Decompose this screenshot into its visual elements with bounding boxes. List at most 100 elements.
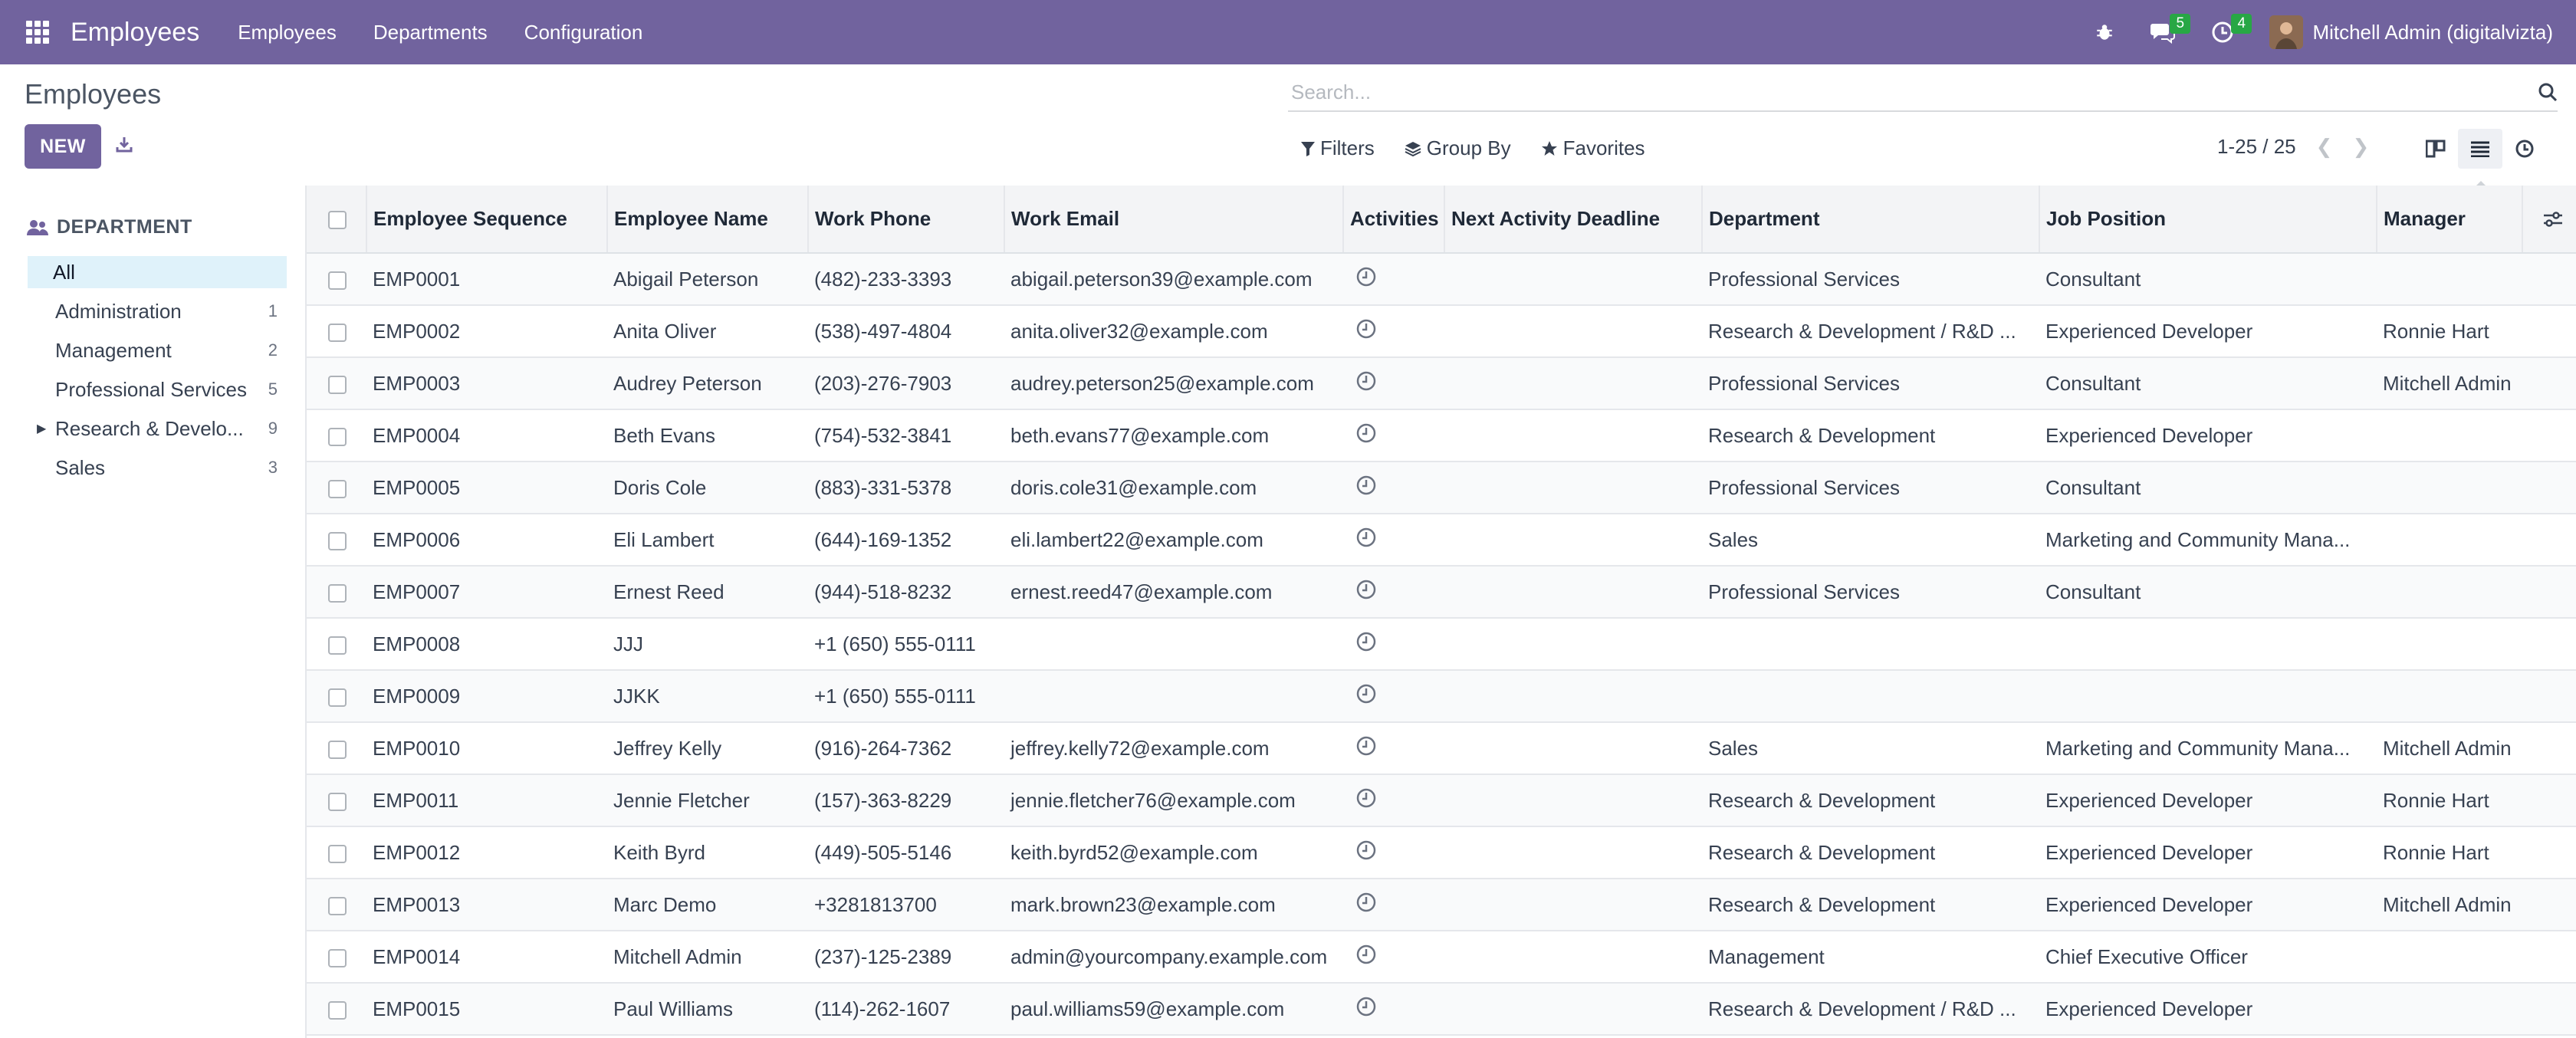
row-checkbox[interactable] [328, 583, 347, 603]
column-header-sequence[interactable]: Employee Sequence [366, 186, 608, 254]
expand-caret-icon[interactable]: ▶ [37, 421, 46, 436]
row-checkbox[interactable] [328, 792, 347, 811]
row-checkbox[interactable] [328, 375, 347, 394]
column-header-name[interactable]: Employee Name [607, 186, 809, 254]
department-item-management[interactable]: Management 2 [28, 334, 287, 366]
download-icon[interactable] [115, 135, 133, 157]
activity-clock-icon[interactable] [1355, 683, 1377, 710]
row-checkbox[interactable] [328, 740, 347, 759]
groupby-button[interactable]: Group By [1404, 136, 1511, 160]
row-checkbox[interactable] [328, 1000, 347, 1020]
department-cell: Sales [1708, 527, 1759, 551]
search-icon[interactable] [2527, 82, 2558, 102]
activity-clock-icon[interactable] [1355, 527, 1377, 553]
user-menu[interactable]: Mitchell Admin (digitalvizta) [2312, 21, 2553, 44]
activity-clock-icon[interactable] [1355, 422, 1377, 449]
row-checkbox[interactable] [328, 844, 347, 863]
apps-menu-icon[interactable] [26, 21, 49, 44]
top-navbar: Employees Employees Departments Configur… [0, 0, 2576, 64]
table-row[interactable]: EMP0005 Doris Cole (883)-331-5378 doris.col… [307, 462, 2576, 514]
column-header-job-position[interactable]: Job Position [2039, 186, 2377, 254]
next-deadline-cell [1444, 409, 1702, 462]
activity-clock-icon[interactable] [1355, 318, 1377, 345]
activity-clock-icon[interactable] [1355, 735, 1377, 762]
debug-icon[interactable] [2095, 0, 2114, 64]
activity-clock-icon[interactable] [1355, 996, 1377, 1023]
department-item-research-development[interactable]: ▶ Research & Develo... 9 [28, 412, 287, 445]
row-checkbox[interactable] [328, 948, 347, 967]
activity-clock-icon[interactable] [1355, 475, 1377, 501]
column-header-deadline[interactable]: Next Activity Deadline [1444, 186, 1703, 254]
row-checkbox[interactable] [328, 323, 347, 342]
column-header-activities[interactable]: Activities [1343, 186, 1445, 254]
activities-clock-icon[interactable]: 4 [2211, 0, 2252, 64]
new-button[interactable]: NEW [25, 124, 101, 169]
column-header-department[interactable]: Department [1702, 186, 2040, 254]
work-phone-cell: (203)-276-7903 [814, 371, 952, 395]
work-email-cell: audrey.peterson25@example.com [1010, 371, 1314, 395]
department-item-sales[interactable]: Sales 3 [28, 452, 287, 484]
row-end-cell [2522, 670, 2576, 722]
work-email-cell: mark.brown23@example.com [1010, 892, 1276, 916]
activity-clock-icon[interactable] [1355, 787, 1377, 814]
row-checkbox[interactable] [328, 271, 347, 290]
activities-cell [1343, 514, 1444, 566]
table-row[interactable]: EMP0007 Ernest Reed (944)-518-8232 ernest.r… [307, 566, 2576, 618]
activity-clock-icon[interactable] [1355, 266, 1377, 293]
page-title[interactable]: Employees [25, 78, 161, 110]
kanban-view-icon[interactable] [2413, 129, 2458, 169]
table-row[interactable]: EMP0003 Audrey Peterson (203)-276-7903 audr… [307, 357, 2576, 409]
menu-employees[interactable]: Employees [238, 21, 337, 44]
row-checkbox[interactable] [328, 636, 347, 655]
table-row[interactable]: EMP0009 JJKK +1 (650) 555-0111 [307, 670, 2576, 722]
table-row[interactable]: EMP0010 Jeffrey Kelly (916)-264-7362 jeffre… [307, 722, 2576, 774]
activity-clock-icon[interactable] [1355, 892, 1377, 918]
activity-clock-icon[interactable] [1355, 839, 1377, 866]
activity-view-icon[interactable] [2502, 129, 2547, 169]
table-row[interactable]: EMP0013 Marc Demo +3281813700 mark.brown23@… [307, 879, 2576, 931]
activity-clock-icon[interactable] [1355, 370, 1377, 397]
table-row[interactable]: EMP0004 Beth Evans (754)-532-3841 beth.evan… [307, 409, 2576, 462]
table-row[interactable]: EMP0008 JJJ +1 (650) 555-0111 [307, 618, 2576, 670]
menu-departments[interactable]: Departments [373, 21, 488, 44]
table-row[interactable]: EMP0006 Eli Lambert (644)-169-1352 eli.lamb… [307, 514, 2576, 566]
table-row[interactable]: EMP0012 Keith Byrd (449)-505-5146 keith.byr… [307, 826, 2576, 879]
row-checkbox[interactable] [328, 531, 347, 550]
table-row[interactable]: EMP0001 Abigail Peterson (482)-233-3393 abi… [307, 253, 2576, 305]
filters-button[interactable]: Filters [1300, 136, 1375, 160]
messages-icon[interactable]: 5 [2150, 0, 2191, 64]
table-row[interactable]: EMP0015 Paul Williams (114)-262-1607 paul.w… [307, 983, 2576, 1035]
search-input[interactable] [1288, 80, 2527, 104]
activity-clock-icon[interactable] [1355, 944, 1377, 971]
column-header-manager[interactable]: Manager [2377, 186, 2523, 254]
manager-cell [2377, 670, 2522, 722]
pager-previous-icon[interactable]: ❮ [2316, 135, 2333, 159]
activity-clock-icon[interactable] [1355, 579, 1377, 606]
row-select-cell [307, 357, 366, 409]
table-row[interactable]: EMP0002 Anita Oliver (538)-497-4804 anita.o… [307, 305, 2576, 357]
row-end-cell [2522, 566, 2576, 618]
select-all-checkbox[interactable] [328, 211, 347, 230]
department-item-professional-services[interactable]: Professional Services 5 [28, 373, 287, 406]
app-brand[interactable]: Employees [71, 18, 199, 48]
column-header-phone[interactable]: Work Phone [808, 186, 1005, 254]
department-cell [1702, 618, 2039, 670]
favorites-button[interactable]: Favorites [1540, 136, 1645, 160]
table-row[interactable]: EMP0011 Jennie Fletcher (157)-363-8229 jenn… [307, 774, 2576, 826]
row-checkbox[interactable] [328, 688, 347, 707]
row-checkbox[interactable] [328, 479, 347, 498]
row-checkbox[interactable] [328, 427, 347, 446]
row-checkbox[interactable] [328, 896, 347, 915]
activity-clock-icon[interactable] [1355, 631, 1377, 658]
pager-value[interactable]: 1-25 / 25 [2217, 135, 2296, 159]
optional-columns-icon[interactable] [2529, 211, 2576, 228]
user-avatar[interactable] [2269, 15, 2304, 49]
department-item-all[interactable]: All [28, 256, 287, 288]
column-header-email[interactable]: Work Email [1004, 186, 1344, 254]
table-row[interactable]: EMP0014 Mitchell Admin (237)-125-2389 admin… [307, 931, 2576, 983]
pager-next-icon[interactable]: ❯ [2352, 135, 2369, 159]
next-deadline-cell [1444, 879, 1702, 931]
list-view-icon[interactable] [2458, 129, 2502, 169]
department-item-administration[interactable]: Administration 1 [28, 295, 287, 327]
menu-configuration[interactable]: Configuration [524, 21, 643, 44]
